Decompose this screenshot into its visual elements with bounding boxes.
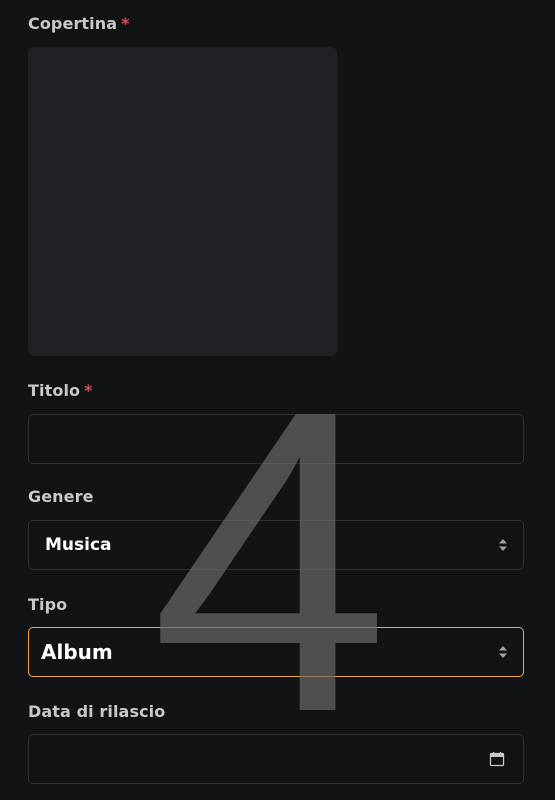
genre-label-text: Genere [28,487,94,506]
cover-label: Copertina * [28,14,130,34]
genre-select[interactable]: Musica [28,520,524,570]
type-label-text: Tipo [28,595,68,614]
cover-upload-area[interactable] [28,47,337,356]
release-form: Copertina * Titolo * Genere Musica Tipo Al… [0,0,555,800]
release-date-input[interactable] [28,734,524,784]
required-mark: * [84,381,93,400]
select-arrows-icon [499,646,507,658]
required-mark: * [121,14,130,33]
release-date-label: Data di rilascio [28,702,165,722]
release-date-label-text: Data di rilascio [28,702,166,721]
calendar-icon[interactable] [489,751,505,767]
type-select[interactable]: Album [28,627,524,677]
type-select-value: Album [41,640,113,664]
select-arrows-icon [499,539,507,551]
title-label-text: Titolo [28,381,81,400]
genre-select-value: Musica [45,535,112,555]
title-label: Titolo * [28,381,93,401]
type-label: Tipo [28,595,67,615]
genre-label: Genere [28,487,94,507]
title-input[interactable] [28,414,524,464]
cover-label-text: Copertina [28,14,118,33]
